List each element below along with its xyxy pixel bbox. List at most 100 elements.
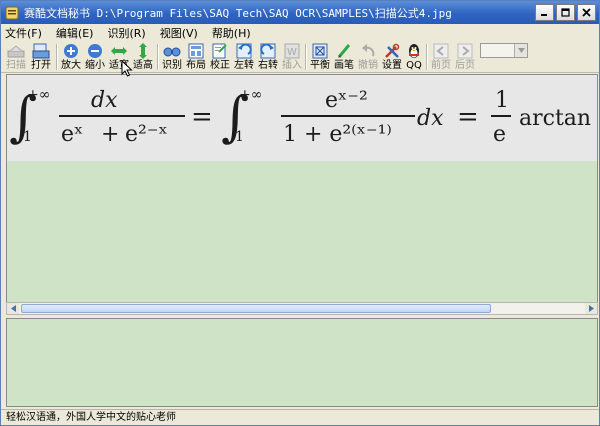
integral-1-lower: 1 bbox=[23, 129, 32, 145]
rotate-left-button[interactable]: 左转 bbox=[232, 42, 256, 72]
close-button[interactable] bbox=[577, 4, 596, 21]
horizontal-scrollbar[interactable] bbox=[6, 302, 598, 315]
next-page-icon bbox=[457, 43, 473, 58]
brush-button[interactable]: 画笔 bbox=[332, 42, 356, 72]
status-bar: 轻松汉语通，外国人学中文的贴心老师 bbox=[1, 409, 599, 425]
scroll-thumb[interactable] bbox=[21, 304, 491, 313]
next-page-button[interactable]: 后页 bbox=[453, 42, 477, 72]
menu-recognize[interactable]: 识别(R) bbox=[107, 25, 145, 41]
fraction-2-denominator: 1 + e²⁽ˣ⁻¹⁾ bbox=[283, 122, 392, 147]
title-bar[interactable]: 赛酷文档秘书 D:\Program Files\SAQ Tech\SAQ OCR… bbox=[1, 1, 599, 24]
close-icon bbox=[582, 8, 591, 17]
formula-render: ∫ +∞ 1 dx eˣ + e²⁻ˣ = ∫ +∞ 1 eˣ⁻² 1 + e²… bbox=[9, 85, 591, 148]
fit-height-button[interactable]: 适高 bbox=[131, 42, 155, 72]
scroll-right-icon bbox=[588, 305, 594, 312]
insert-button[interactable]: W 插入 bbox=[280, 42, 304, 72]
undo-label: 撤销 bbox=[358, 60, 378, 71]
menu-help[interactable]: 帮助(H) bbox=[212, 25, 251, 41]
fraction-1-bar bbox=[59, 115, 185, 117]
app-icon bbox=[5, 6, 19, 19]
prev-page-button[interactable]: 前页 bbox=[429, 42, 453, 72]
rotate-right-button[interactable]: 右转 bbox=[256, 42, 280, 72]
qq-label: QQ bbox=[406, 60, 422, 71]
recognize-button[interactable]: 识别 bbox=[160, 42, 184, 72]
settings-button[interactable]: 设置 bbox=[380, 42, 404, 72]
open-folder-icon bbox=[32, 43, 50, 58]
zoom-in-label: 放大 bbox=[61, 60, 81, 71]
recognized-text-pane[interactable] bbox=[6, 318, 598, 407]
correct-button[interactable]: 校正 bbox=[208, 42, 232, 72]
fraction-1-denominator-b: e²⁻ˣ bbox=[125, 122, 168, 147]
mouse-cursor-icon bbox=[121, 60, 133, 77]
scroll-right-button[interactable] bbox=[585, 303, 597, 314]
svg-text:W: W bbox=[287, 47, 297, 58]
open-button[interactable]: 打开 bbox=[29, 42, 53, 72]
coefficient-numerator: 1 bbox=[495, 88, 509, 113]
settings-tools-icon bbox=[385, 43, 400, 58]
maximize-icon bbox=[561, 8, 570, 17]
qq-button[interactable]: QQ bbox=[404, 42, 424, 72]
scan-button[interactable]: 扫描 bbox=[4, 42, 28, 72]
scanner-icon bbox=[7, 44, 25, 57]
minimize-button[interactable] bbox=[535, 4, 554, 21]
integral-2-lower: 1 bbox=[235, 129, 244, 145]
fraction-1-denominator-a: eˣ bbox=[61, 122, 83, 147]
differential-dx: dx bbox=[417, 106, 444, 131]
arctan-function: arctan bbox=[519, 106, 591, 131]
scanned-formula-image: ∫ +∞ 1 dx eˣ + e²⁻ˣ = ∫ +∞ 1 eˣ⁻² 1 + e²… bbox=[7, 75, 597, 161]
fraction-1-numerator: dx bbox=[91, 88, 118, 113]
fraction-2-numerator: eˣ⁻² bbox=[325, 88, 368, 113]
coefficient-bar bbox=[491, 115, 511, 117]
layout-label: 布局 bbox=[186, 60, 206, 71]
equals-sign-2: = bbox=[457, 102, 479, 132]
minimize-icon bbox=[541, 14, 547, 16]
status-text: 轻松汉语通，外国人学中文的贴心老师 bbox=[6, 412, 176, 423]
scroll-left-icon bbox=[10, 305, 16, 312]
recognize-label: 识别 bbox=[162, 60, 182, 71]
rotate-left-label: 左转 bbox=[234, 60, 254, 71]
rotate-right-label: 右转 bbox=[258, 60, 278, 71]
page-select[interactable] bbox=[480, 43, 528, 58]
menu-file[interactable]: 文件(F) bbox=[5, 25, 42, 41]
zoom-out-icon bbox=[88, 43, 102, 58]
menu-view[interactable]: 视图(V) bbox=[160, 25, 198, 41]
zoom-in-icon bbox=[64, 43, 78, 58]
undo-button[interactable]: 撤销 bbox=[356, 42, 380, 72]
menu-bar: 文件(F) 编辑(E) 识别(R) 视图(V) 帮助(H) bbox=[1, 24, 599, 41]
brush-label: 画笔 bbox=[334, 60, 354, 71]
zoom-out-label: 缩小 bbox=[85, 60, 105, 71]
insert-label: 插入 bbox=[282, 60, 302, 71]
open-label: 打开 bbox=[31, 60, 51, 71]
layout-button[interactable]: 布局 bbox=[184, 42, 208, 72]
integral-2-upper: +∞ bbox=[239, 87, 262, 103]
qq-penguin-icon bbox=[409, 44, 419, 58]
chevron-down-icon bbox=[517, 48, 525, 53]
balance-button[interactable]: 平衡 bbox=[308, 42, 332, 72]
insert-word-icon: W bbox=[284, 43, 300, 58]
rotate-right-icon bbox=[260, 43, 276, 58]
fraction-1-plus: + bbox=[101, 122, 119, 147]
correct-label: 校正 bbox=[210, 60, 230, 71]
image-view[interactable]: ∫ +∞ 1 dx eˣ + e²⁻ˣ = ∫ +∞ 1 eˣ⁻² 1 + e²… bbox=[6, 74, 598, 314]
zoom-in-button[interactable]: 放大 bbox=[59, 42, 83, 72]
equals-sign-1: = bbox=[191, 102, 213, 132]
balance-label: 平衡 bbox=[310, 60, 330, 71]
balance-icon bbox=[312, 43, 328, 58]
undo-icon bbox=[362, 43, 375, 56]
menu-edit[interactable]: 编辑(E) bbox=[56, 25, 94, 41]
page-select-arrow[interactable] bbox=[514, 44, 527, 57]
prev-page-icon bbox=[433, 43, 449, 58]
zoom-out-button[interactable]: 缩小 bbox=[83, 42, 107, 72]
fit-height-icon bbox=[139, 42, 147, 59]
scroll-left-button[interactable] bbox=[7, 303, 19, 314]
correct-icon bbox=[212, 43, 227, 58]
window-title: 赛酷文档秘书 D:\Program Files\SAQ Tech\SAQ OCR… bbox=[24, 6, 452, 20]
integral-1-upper: +∞ bbox=[27, 87, 50, 103]
next-page-label: 后页 bbox=[455, 60, 475, 71]
recognize-icon bbox=[163, 47, 181, 56]
maximize-button[interactable] bbox=[556, 4, 575, 21]
prev-page-label: 前页 bbox=[431, 60, 451, 71]
brush-icon bbox=[337, 43, 351, 58]
layout-icon bbox=[188, 43, 204, 58]
app-window: 赛酷文档秘书 D:\Program Files\SAQ Tech\SAQ OCR… bbox=[0, 0, 600, 426]
